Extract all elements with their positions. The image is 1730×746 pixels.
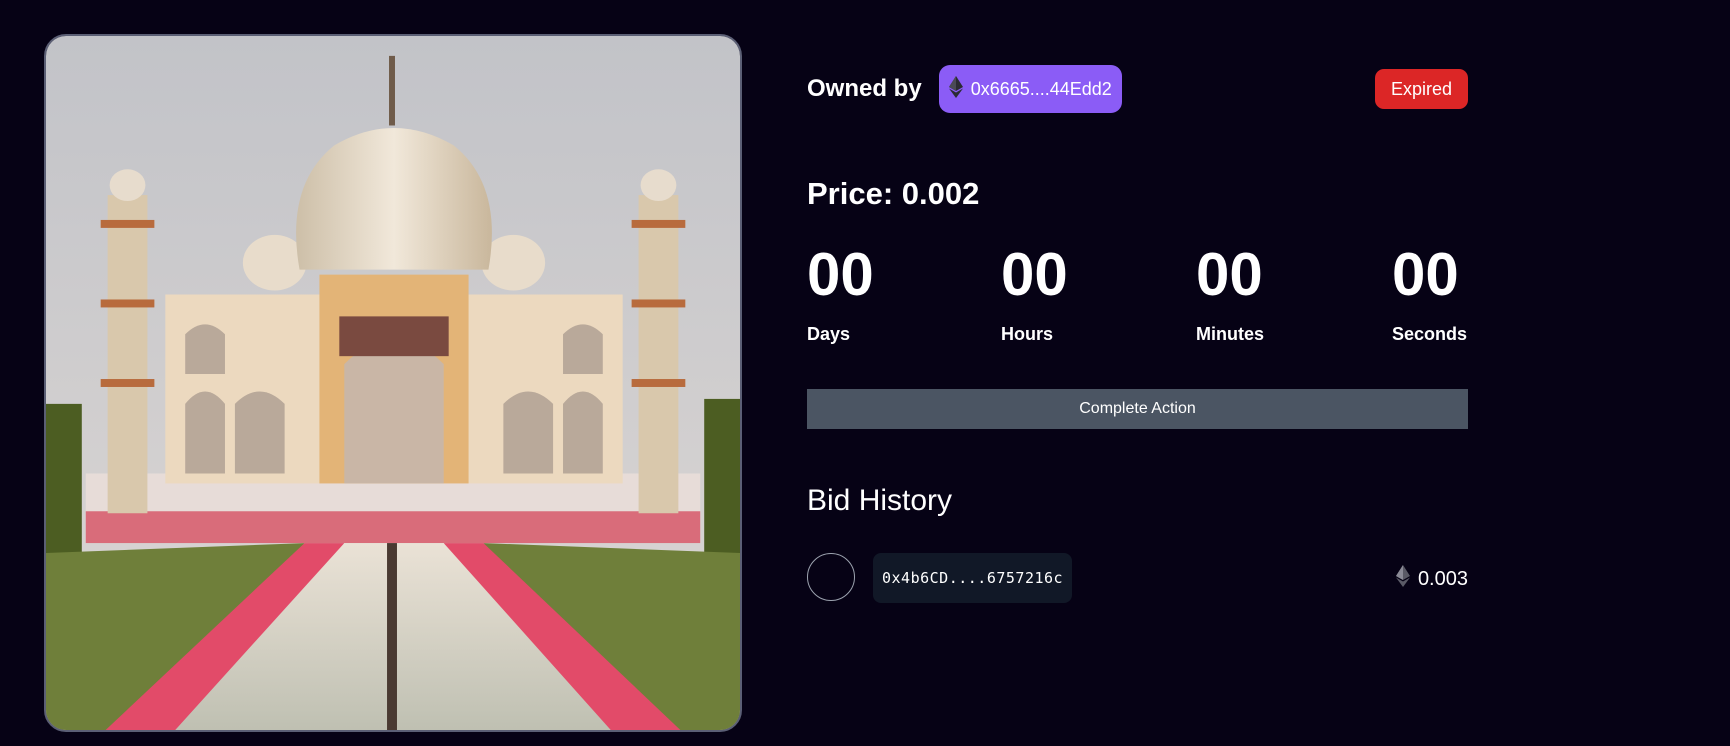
owner-row: Owned by 0x6665....44Edd2 (807, 65, 1122, 113)
ethereum-icon (948, 75, 963, 103)
price-label: Price: (807, 176, 894, 211)
status-badge: Expired (1375, 69, 1468, 109)
nft-image (44, 34, 742, 732)
price-value: 0.002 (901, 176, 980, 211)
countdown-days: 00 Days (807, 240, 874, 345)
countdown-hours-label: Hours (1001, 324, 1054, 344)
countdown-hours-value: 00 (1001, 241, 1068, 308)
countdown-seconds-value: 00 (1392, 241, 1459, 308)
countdown-seconds-label: Seconds (1392, 324, 1468, 344)
bidder-address[interactable]: 0x4b6CD....6757216c (873, 553, 1073, 603)
countdown-minutes-label: Minutes (1196, 324, 1265, 344)
price: Price: 0.002 (807, 176, 979, 212)
countdown-timer: 00 Days 00 Hours 00 Minutes 00 Seconds (807, 240, 1468, 350)
bid-history-row: 0x4b6CD....6757216c 0.003 (807, 552, 1468, 604)
bid-amount: 0.003 (1395, 565, 1468, 593)
countdown-minutes: 00 Minutes (1196, 240, 1264, 345)
owned-by-label: Owned by (807, 75, 922, 102)
nft-details-panel: Owned by 0x6665....44Edd2 Expired Price:… (807, 0, 1468, 746)
owner-address: 0x6665....44Edd2 (970, 78, 1112, 99)
countdown-hours: 00 Hours (1001, 240, 1068, 345)
countdown-minutes-value: 00 (1196, 241, 1263, 308)
bidder-avatar (807, 553, 855, 601)
ethereum-icon (1395, 565, 1410, 593)
owner-address-button[interactable]: 0x6665....44Edd2 (938, 65, 1122, 113)
bid-history-title: Bid History (807, 484, 953, 517)
bid-amount-value: 0.003 (1417, 567, 1468, 590)
complete-action-button[interactable]: Complete Action (807, 389, 1468, 429)
countdown-days-value: 00 (807, 241, 874, 308)
countdown-seconds: 00 Seconds (1392, 240, 1467, 345)
countdown-days-label: Days (807, 324, 851, 344)
